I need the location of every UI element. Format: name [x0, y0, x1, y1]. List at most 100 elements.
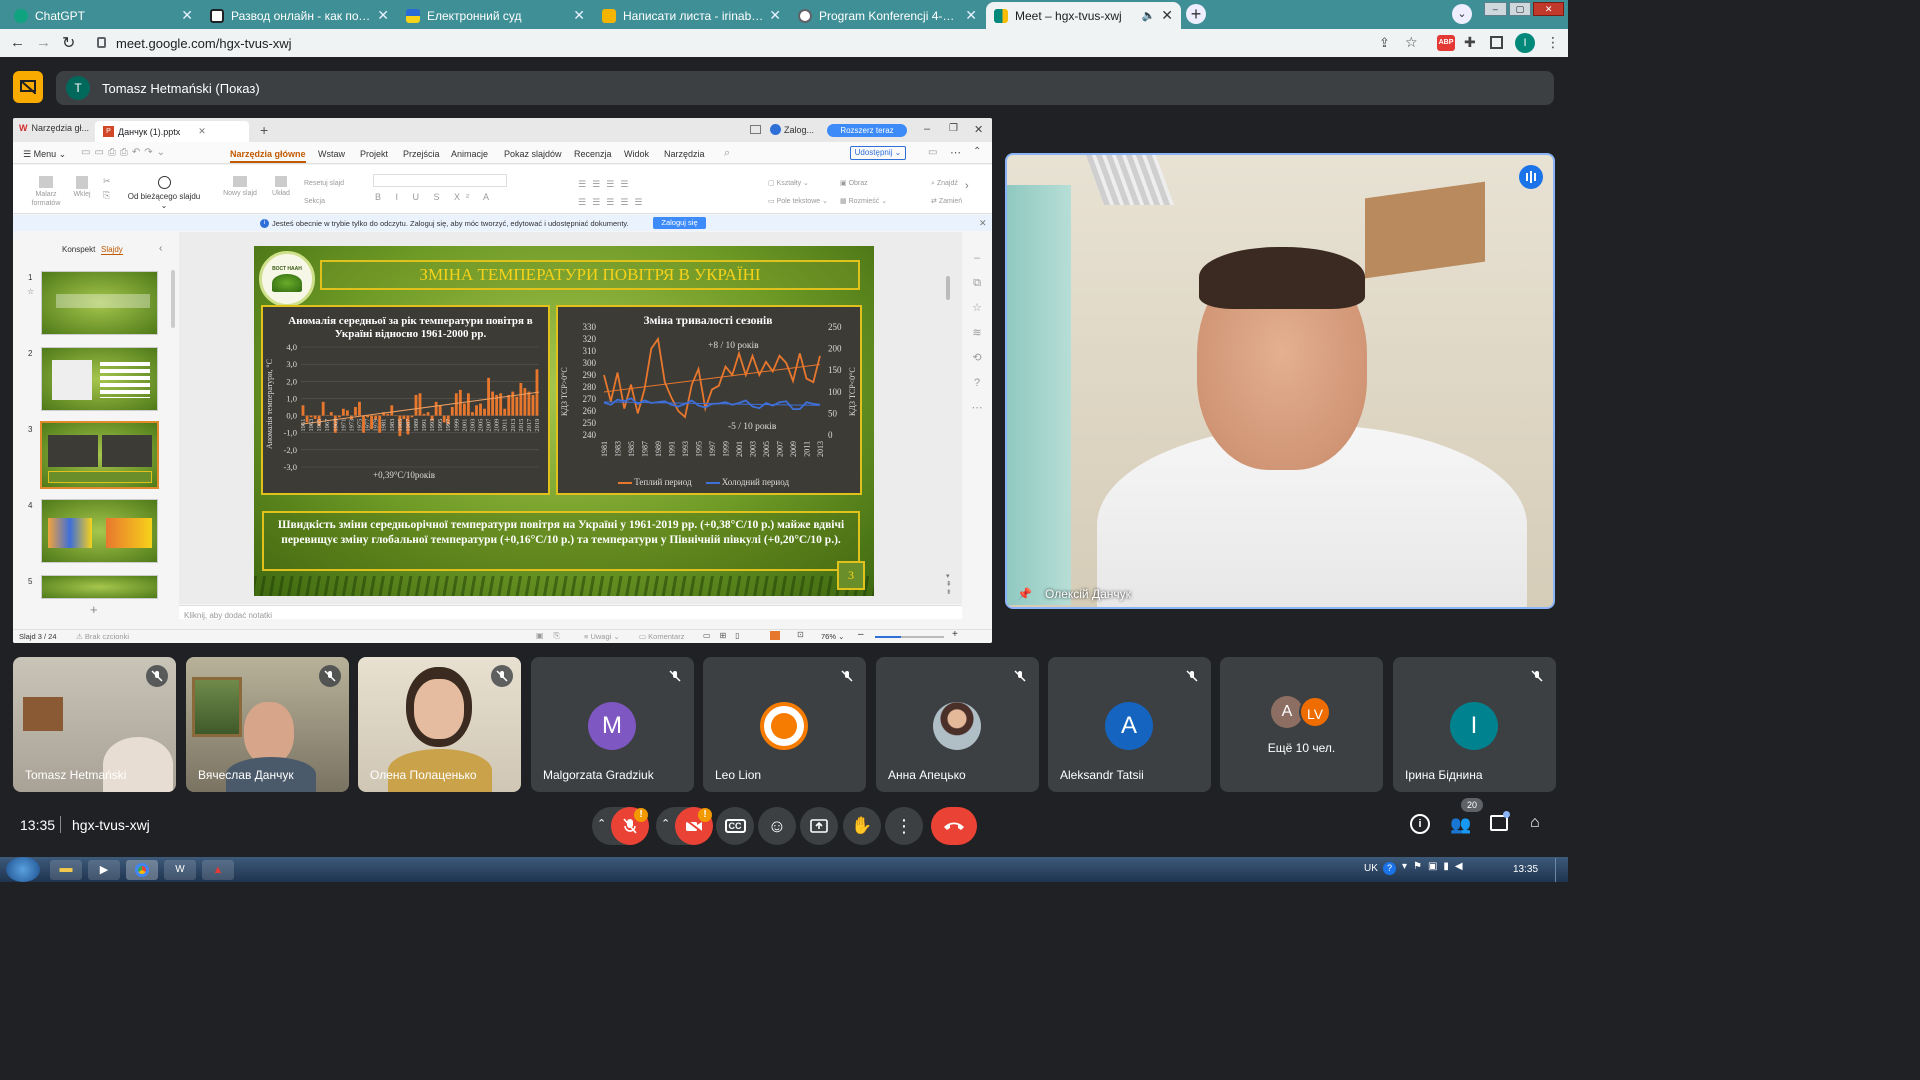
info-login-button[interactable]: Zaloguj się	[653, 217, 706, 229]
mic-options-chevron-icon[interactable]: ⌃	[597, 817, 606, 830]
close-tab-icon[interactable]: ✕	[965, 7, 977, 24]
pin-icon[interactable]: 📌	[1017, 587, 1032, 601]
participant-tile[interactable]: Вячеслав Данчук	[186, 657, 349, 792]
slides-tab[interactable]: Slajdy	[101, 245, 123, 255]
participant-tile[interactable]: Leo Lion	[703, 657, 866, 792]
emoji-reaction-button[interactable]: ☺	[758, 807, 796, 845]
reset-slide-label[interactable]: Resetuj slajd	[304, 175, 344, 193]
search-icon[interactable]: ⌕	[724, 147, 730, 160]
help-icon[interactable]: ?	[1383, 862, 1396, 875]
ribbon-tab-insert[interactable]: Wstaw	[318, 149, 345, 159]
zoom-out-icon[interactable]: –	[858, 629, 864, 640]
word-taskbar-icon[interactable]: W	[164, 860, 196, 880]
collapse-pane-icon[interactable]: ‹	[159, 243, 162, 254]
new-slide-button[interactable]: Nowy slajd	[218, 176, 262, 197]
missing-font-indicator[interactable]: ⚠ Brak czcionki	[76, 632, 129, 641]
browser-tab[interactable]: Написати листа - irinabidnina@ ✕	[594, 2, 789, 29]
zoom-level[interactable]: 76% ⌄	[821, 632, 844, 641]
address-bar[interactable]: meet.google.com/hgx-tvus-xwj	[88, 32, 1428, 54]
chrome-taskbar-icon[interactable]	[126, 860, 158, 880]
notes-area[interactable]	[179, 605, 962, 619]
close-window-button[interactable]: ✕	[1533, 2, 1565, 16]
participant-tile[interactable]: A Aleksandr Tatsii	[1048, 657, 1211, 792]
participant-tile[interactable]: Tomasz Hetmański	[13, 657, 176, 792]
zoom-slider[interactable]	[875, 636, 944, 638]
ribbon-tab-slideshow[interactable]: Pokaz slajdów	[504, 149, 562, 159]
media-player-icon[interactable]: ▶	[88, 860, 120, 880]
menu-button[interactable]: ☰ Menu ⌄	[23, 149, 66, 160]
slide-thumbnail[interactable]	[41, 347, 158, 411]
tab-search-icon[interactable]: ⌄	[1452, 4, 1472, 24]
layout-button[interactable]: Układ	[268, 176, 294, 197]
stop-presenting-icon[interactable]	[13, 71, 43, 103]
slide-canvas[interactable]: ВОСТ НААН ЗМІНА ТЕМПЕРАТУРИ ПОВІТРЯ В УК…	[254, 246, 874, 596]
slide-thumbnail[interactable]	[41, 575, 158, 599]
side-panel-icon[interactable]	[1490, 36, 1503, 49]
share-button[interactable]: Udostępnij ⌄	[850, 146, 906, 160]
login-button[interactable]: Zalog...	[770, 124, 814, 135]
paste-button[interactable]: Wklej	[69, 176, 95, 198]
browser-menu-icon[interactable]: ⋮	[1546, 34, 1560, 51]
browser-tab[interactable]: Program Konferencji 4-5 czerwca ✕	[790, 2, 985, 29]
ribbon-scroll-right-icon[interactable]: ›	[965, 180, 969, 192]
main-speaker-tile[interactable]: 📌 Олексій Данчук	[1005, 153, 1555, 609]
status-icons[interactable]: ▣⎘	[536, 631, 570, 641]
show-desktop-button[interactable]	[1555, 858, 1568, 882]
fit-window-icon[interactable]: ⊡	[797, 630, 804, 639]
activities-icon[interactable]: ⌂	[1530, 814, 1540, 832]
ribbon-tab-review[interactable]: Recenzja	[574, 149, 612, 159]
browser-tab[interactable]: ChatGPT ✕	[6, 2, 201, 29]
close-tab-icon[interactable]: ✕	[198, 126, 206, 137]
app-tab[interactable]: W Narzędzia gł...	[19, 123, 89, 133]
cut-copy-icons[interactable]: ✂ ⎘	[103, 174, 111, 202]
close-tab-icon[interactable]: ✕	[181, 7, 193, 24]
app-tab-active[interactable]: P Данчук (1).pptx ✕	[95, 121, 249, 142]
participant-tile[interactable]: M Malgorzata Gradziuk	[531, 657, 694, 792]
meeting-details-icon[interactable]: i	[1410, 814, 1430, 834]
comment-icon[interactable]: ▭	[928, 147, 937, 158]
paragraph-icons[interactable]: ☰☰☰☰ ☰☰☰☰☰	[578, 175, 648, 211]
close-info-icon[interactable]: ✕	[979, 218, 987, 229]
comment-toggle[interactable]: ▭ Komentarz	[639, 632, 684, 641]
ribbon-tab-design[interactable]: Projekt	[360, 149, 388, 159]
slide-thumbnail-selected[interactable]	[40, 421, 159, 489]
insert-group[interactable]: ▢ Kształty ⌄ ▭ Pole tekstowe ⌄	[768, 175, 828, 211]
adblock-extension-icon[interactable]: ABP	[1437, 35, 1455, 51]
reload-icon[interactable]: ↻	[62, 33, 75, 53]
extensions-puzzle-icon[interactable]: ✚	[1464, 34, 1476, 51]
close-tab-icon[interactable]: ✕	[769, 7, 781, 24]
pane-scrollbar[interactable]	[171, 270, 175, 328]
slide-thumbnail[interactable]	[41, 499, 158, 563]
file-explorer-icon[interactable]: ▬	[50, 860, 82, 880]
upgrade-button[interactable]: Rozszerz teraz	[827, 124, 907, 137]
font-style-icons[interactable]: B I U S X² A	[375, 192, 495, 202]
ribbon-tab-transitions[interactable]: Przejścia	[403, 149, 440, 159]
quick-access-icons[interactable]: ▭▭⎙⎙↶↷⌄	[81, 147, 169, 158]
minimize-button[interactable]: –	[1484, 2, 1507, 16]
close-tab-icon[interactable]: ✕	[1161, 7, 1173, 24]
slideshow-play-icon[interactable]	[770, 631, 780, 640]
participant-tile[interactable]: I Ірина Біднина	[1393, 657, 1556, 792]
outline-tab[interactable]: Konspekt	[62, 245, 95, 254]
forward-icon[interactable]: →	[36, 34, 51, 51]
section-label[interactable]: Sekcja	[304, 193, 344, 211]
collapse-ribbon-icon[interactable]: ⌃	[973, 146, 981, 157]
start-button-icon[interactable]	[6, 857, 40, 882]
more-options-icon[interactable]: ⋯	[950, 146, 961, 159]
speaker-icon[interactable]: 🔈	[1142, 9, 1156, 22]
people-icon[interactable]: 👥	[1450, 815, 1471, 835]
language-indicator[interactable]: UK	[1364, 863, 1378, 874]
more-participants-tile[interactable]: A LV Ещё 10 чел.	[1220, 657, 1383, 792]
bookmark-star-icon[interactable]: ☆	[1405, 34, 1418, 51]
participant-tile[interactable]: Анна Апецько	[876, 657, 1039, 792]
captions-button[interactable]: CC	[716, 807, 754, 845]
format-painter-button[interactable]: Malarz formatów	[31, 176, 61, 208]
notes-toggle[interactable]: ≡ Uwagi ⌄	[584, 632, 620, 641]
camera-options-chevron-icon[interactable]: ⌃	[661, 817, 670, 830]
ribbon-tab-home[interactable]: Narzędzia główne	[230, 149, 306, 163]
scroll-arrows-icon[interactable]: ▾ ⇞ ⇟	[946, 573, 952, 597]
browser-tab[interactable]: Електронний суд ✕	[398, 2, 593, 29]
layout-icon[interactable]	[750, 125, 761, 134]
maximize-button[interactable]: ▢	[1508, 2, 1532, 16]
pdf-reader-icon[interactable]: ▲	[202, 860, 234, 880]
